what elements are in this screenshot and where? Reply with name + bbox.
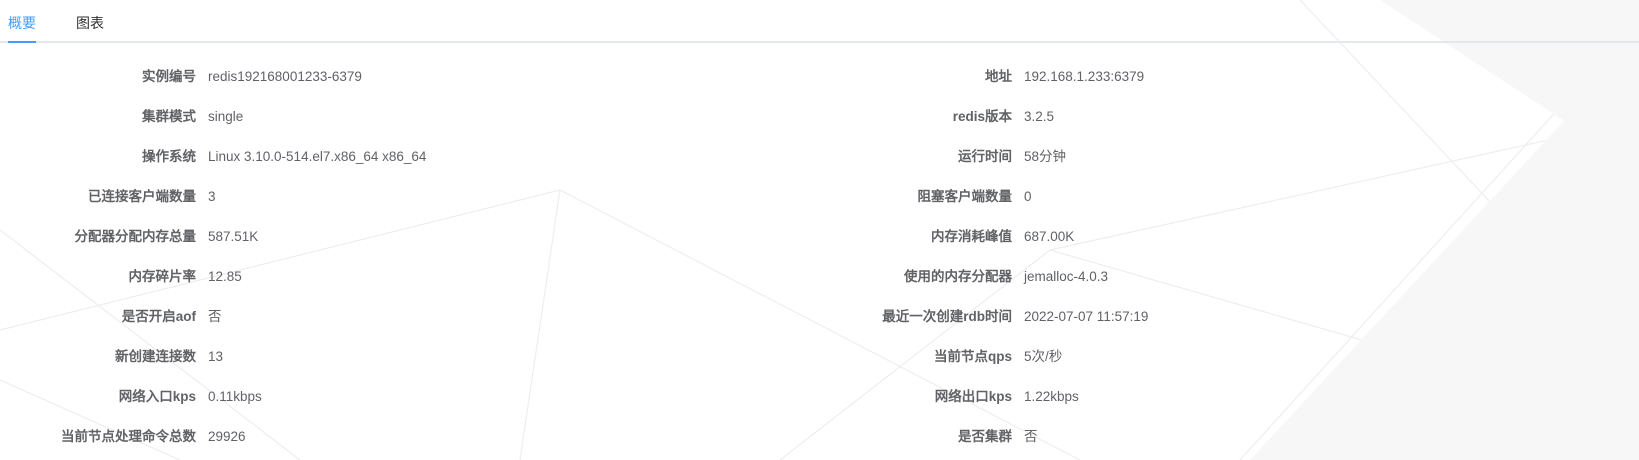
field-value: 否 [1024, 429, 1038, 444]
info-row: 当前节点处理命令总数 29926 是否集群 否 [0, 419, 1639, 459]
field-label: 内存碎片率 [128, 269, 197, 284]
field-label: 阻塞客户端数量 [917, 189, 1013, 204]
field-label: redis版本 [952, 109, 1012, 124]
tab-bar: 概要 图表 [0, 0, 1639, 43]
field-value: 否 [208, 309, 222, 324]
field-label: 内存消耗峰值 [931, 229, 1012, 244]
field-value: 5次/秒 [1024, 349, 1063, 364]
field-label: 实例编号 [142, 69, 196, 84]
field-value: 687.00K [1024, 229, 1075, 244]
info-row: 是否开启aof 否 最近一次创建rdb时间 2022-07-07 11:57:1… [0, 299, 1639, 339]
field-value: 0.11kbps [208, 389, 262, 404]
tab-overview[interactable]: 概要 [8, 0, 36, 43]
field-value: 13 [208, 349, 224, 364]
field-label: 运行时间 [958, 149, 1012, 164]
info-row: 已连接客户端数量 3 阻塞客户端数量 0 [0, 179, 1639, 219]
field-value: 3.2.5 [1024, 109, 1055, 124]
field-label: 操作系统 [142, 149, 196, 164]
field-label: 当前节点处理命令总数 [61, 429, 196, 444]
field-label: 网络出口kps [934, 389, 1012, 404]
field-label: 地址 [985, 69, 1012, 84]
field-value: 0 [1024, 189, 1032, 204]
field-value: 29926 [208, 429, 246, 444]
field-label: 网络入口kps [118, 389, 196, 404]
info-row: 新创建连接数 13 当前节点qps 5次/秒 [0, 339, 1639, 379]
field-value: 192.168.1.233:6379 [1024, 69, 1145, 84]
info-table: 实例编号 redis192168001233-6379 地址 192.168.1… [0, 59, 1639, 459]
tab-charts[interactable]: 图表 [76, 0, 104, 43]
field-value: Linux 3.10.0-514.el7.x86_64 x86_64 [208, 149, 427, 164]
field-label: 是否开启aof [121, 309, 196, 324]
active-tab-indicator [8, 41, 36, 43]
field-value: 2022-07-07 11:57:19 [1024, 309, 1149, 324]
info-row: 内存碎片率 12.85 使用的内存分配器 jemalloc-4.0.3 [0, 259, 1639, 299]
info-row: 分配器分配内存总量 587.51K 内存消耗峰值 687.00K [0, 219, 1639, 259]
field-value: 3 [208, 189, 216, 204]
field-value: redis192168001233-6379 [208, 69, 362, 84]
info-row: 实例编号 redis192168001233-6379 地址 192.168.1… [0, 59, 1639, 99]
field-label: 是否集群 [958, 429, 1012, 444]
field-value: 587.51K [208, 229, 259, 244]
field-label: 集群模式 [142, 109, 196, 124]
field-value: 1.22kbps [1024, 389, 1079, 404]
field-label: 已连接客户端数量 [88, 189, 196, 204]
field-value: 12.85 [208, 269, 242, 284]
field-label: 最近一次创建rdb时间 [882, 309, 1012, 324]
field-label: 使用的内存分配器 [904, 269, 1012, 284]
field-value: 58分钟 [1024, 149, 1067, 164]
info-row: 网络入口kps 0.11kbps 网络出口kps 1.22kbps [0, 379, 1639, 419]
field-label: 新创建连接数 [115, 349, 196, 364]
field-label: 当前节点qps [933, 349, 1012, 364]
field-value: jemalloc-4.0.3 [1024, 269, 1109, 284]
info-row: 集群模式 single redis版本 3.2.5 [0, 99, 1639, 139]
field-value: single [208, 109, 244, 124]
field-label: 分配器分配内存总量 [74, 229, 197, 244]
info-row: 操作系统 Linux 3.10.0-514.el7.x86_64 x86_64 … [0, 139, 1639, 179]
